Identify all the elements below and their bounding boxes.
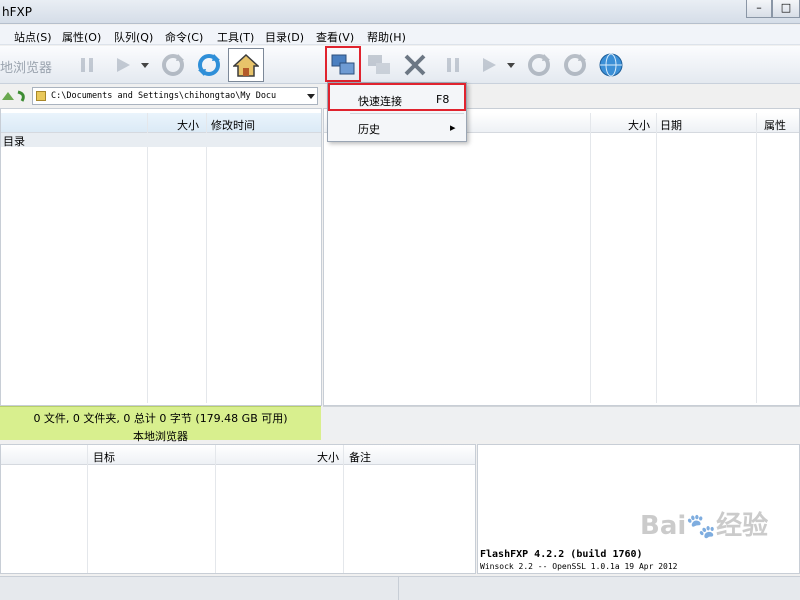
remote-pause-button[interactable] [438,50,468,80]
title-bar: hFXP – □ [0,0,800,24]
paw-icon: 🐾 [686,512,717,540]
local-file-list[interactable]: 大小 修改时间 目录 [0,108,322,406]
menu-command[interactable]: 命令(C) [165,29,203,45]
local-status-summary: 0 文件, 0 文件夹, 0 总计 0 字节 (179.48 GB 可用) [33,412,288,425]
menu-help[interactable]: 帮助(H) [367,29,406,45]
refresh-disabled-button[interactable] [158,50,188,80]
globe-button[interactable] [596,50,626,80]
column-divider [87,445,88,465]
play-icon [483,58,496,72]
column-divider [206,113,207,133]
queue-col-size[interactable]: 大小 [317,449,339,465]
column-divider [215,445,216,465]
globe-icon [599,53,623,77]
column-divider [215,465,216,573]
local-toolbar: 地浏览器 [0,46,322,84]
remote-col-attributes[interactable]: 属性 [764,117,786,133]
close-icon [404,54,426,76]
queue-col-target[interactable]: 目标 [93,449,115,465]
table-row[interactable]: 目录 [1,133,321,148]
pause-button[interactable] [72,50,102,80]
log-winsock-line: Winsock 2.2 -- OpenSSL 1.0.1a 19 Apr 201… [480,562,678,571]
local-browser-label: 地浏览器 [0,61,53,76]
play-button[interactable] [108,50,138,80]
menu-sites[interactable]: 站点(S) [14,29,52,45]
menu-directory[interactable]: 目录(D) [265,29,304,45]
menu-view[interactable]: 查看(V) [316,29,354,45]
column-divider [147,113,148,133]
chevron-down-icon [507,63,515,68]
remote-play-button[interactable] [474,50,504,80]
up-folder-icon[interactable] [0,88,28,107]
local-column-header: 大小 修改时间 [1,113,321,133]
log-version-line: FlashFXP 4.2.2 (build 1760) [480,549,643,560]
history-label: 历史 [358,123,380,136]
local-status-label: 本地浏览器 [133,430,188,443]
play-dropdown-arrow[interactable] [138,50,152,80]
reload-icon [162,54,184,76]
remote-col-size[interactable]: 大小 [628,117,650,133]
queue-col-note[interactable]: 备注 [349,449,371,465]
reload-icon [528,54,550,76]
local-path-value: C:\Documents and Settings\chihongtao\My … [51,91,277,101]
pause-icon [81,58,93,72]
menu-item-history[interactable]: 历史 ▸ [330,114,464,140]
list-item-name: 目录 [3,135,25,148]
abort-button[interactable] [400,50,430,80]
remote-col-date[interactable]: 日期 [660,117,682,133]
column-divider [656,113,657,133]
maximize-button[interactable]: □ [772,0,800,18]
refresh-icon [198,54,220,76]
column-divider [656,133,657,403]
column-divider [590,113,591,133]
chevron-down-icon [141,63,149,68]
remote-status-panel [323,406,800,440]
disconnect-button[interactable] [364,50,394,80]
refresh-icon [564,54,586,76]
local-path-bar: C:\Documents and Settings\chihongtao\My … [0,85,322,107]
remote-toolbar [322,46,800,84]
column-divider [343,465,344,573]
window-title: hFXP [2,5,32,19]
queue-column-header: 目标 大小 备注 [1,445,475,465]
minimize-button[interactable]: – [746,0,772,18]
connect-button-highlight [325,46,361,82]
remote-reload-button[interactable] [524,50,554,80]
pause-icon [447,58,459,72]
remote-file-list[interactable]: 大小 日期 属性 [323,108,800,406]
local-col-size[interactable]: 大小 [177,117,199,133]
column-divider [87,465,88,573]
column-divider [590,133,591,403]
menu-properties[interactable]: 属性(O) [62,29,101,45]
status-divider [398,577,399,600]
play-icon [117,58,130,72]
menu-tools[interactable]: 工具(T) [217,29,254,45]
remote-refresh-button[interactable] [560,50,590,80]
refresh-button[interactable] [194,50,224,80]
column-divider [756,133,757,403]
baidu-watermark: Bai🐾经验 [640,511,769,541]
quick-connect-highlight [328,83,466,111]
local-col-modified[interactable]: 修改时间 [211,117,255,133]
column-divider [206,133,207,403]
home-icon [233,53,259,77]
queue-list[interactable]: 目标 大小 备注 [0,444,476,574]
home-button[interactable] [228,48,264,82]
remote-play-dropdown-arrow[interactable] [504,50,518,80]
disconnect-icon [368,55,390,74]
local-status-panel: 0 文件, 0 文件夹, 0 总计 0 字节 (179.48 GB 可用) 本地… [0,406,321,443]
folder-icon [36,91,46,101]
chevron-down-icon[interactable] [306,93,316,101]
menu-bar: 站点(S) 属性(O) 队列(Q) 命令(C) 工具(T) 目录(D) 查看(V… [0,25,800,45]
column-divider [147,133,148,403]
local-path-input[interactable]: C:\Documents and Settings\chihongtao\My … [32,87,318,105]
submenu-arrow-icon: ▸ [450,121,456,134]
column-divider [343,445,344,465]
menu-queue[interactable]: 队列(Q) [114,29,153,45]
status-bar [0,576,800,600]
column-divider [756,113,757,133]
